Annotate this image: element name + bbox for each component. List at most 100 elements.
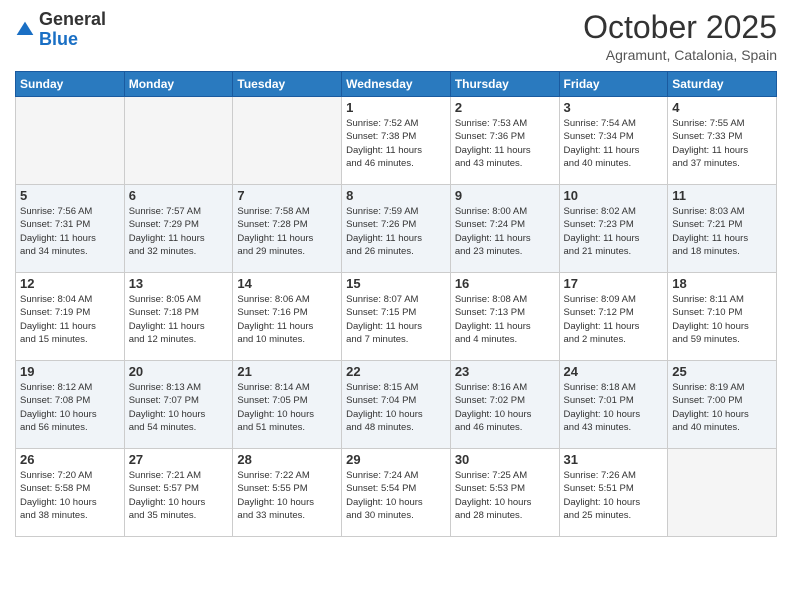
day-info: Sunrise: 8:15 AMSunset: 7:04 PMDaylight:…: [346, 381, 446, 434]
day-number: 2: [455, 100, 555, 115]
table-cell: 29 Sunrise: 7:24 AMSunset: 5:54 PMDayligh…: [342, 449, 451, 537]
calendar-header: Sunday Monday Tuesday Wednesday Thursday…: [16, 72, 777, 97]
day-number: 31: [564, 452, 664, 467]
day-number: 22: [346, 364, 446, 379]
table-cell: [16, 97, 125, 185]
table-cell: 24 Sunrise: 8:18 AMSunset: 7:01 PMDayligh…: [559, 361, 668, 449]
day-info: Sunrise: 8:02 AMSunset: 7:23 PMDaylight:…: [564, 205, 664, 258]
day-info: Sunrise: 7:58 AMSunset: 7:28 PMDaylight:…: [237, 205, 337, 258]
page: General Blue October 2025 Agramunt, Cata…: [0, 0, 792, 612]
day-number: 15: [346, 276, 446, 291]
day-info: Sunrise: 8:11 AMSunset: 7:10 PMDaylight:…: [672, 293, 772, 346]
day-info: Sunrise: 7:53 AMSunset: 7:36 PMDaylight:…: [455, 117, 555, 170]
day-info: Sunrise: 7:55 AMSunset: 7:33 PMDaylight:…: [672, 117, 772, 170]
day-info: Sunrise: 8:06 AMSunset: 7:16 PMDaylight:…: [237, 293, 337, 346]
day-number: 28: [237, 452, 337, 467]
table-cell: 19 Sunrise: 8:12 AMSunset: 7:08 PMDayligh…: [16, 361, 125, 449]
day-info: Sunrise: 7:20 AMSunset: 5:58 PMDaylight:…: [20, 469, 120, 522]
table-cell: [124, 97, 233, 185]
table-cell: 13 Sunrise: 8:05 AMSunset: 7:18 PMDayligh…: [124, 273, 233, 361]
table-cell: 21 Sunrise: 8:14 AMSunset: 7:05 PMDayligh…: [233, 361, 342, 449]
day-number: 10: [564, 188, 664, 203]
day-info: Sunrise: 8:13 AMSunset: 7:07 PMDaylight:…: [129, 381, 229, 434]
calendar-row: 19 Sunrise: 8:12 AMSunset: 7:08 PMDayligh…: [16, 361, 777, 449]
logo-text: General Blue: [39, 10, 106, 50]
day-number: 12: [20, 276, 120, 291]
day-number: 21: [237, 364, 337, 379]
day-number: 19: [20, 364, 120, 379]
table-cell: 1 Sunrise: 7:52 AMSunset: 7:38 PMDaylight…: [342, 97, 451, 185]
day-info: Sunrise: 8:05 AMSunset: 7:18 PMDaylight:…: [129, 293, 229, 346]
day-info: Sunrise: 7:26 AMSunset: 5:51 PMDaylight:…: [564, 469, 664, 522]
day-number: 4: [672, 100, 772, 115]
day-info: Sunrise: 7:59 AMSunset: 7:26 PMDaylight:…: [346, 205, 446, 258]
calendar: Sunday Monday Tuesday Wednesday Thursday…: [15, 71, 777, 537]
header: General Blue October 2025 Agramunt, Cata…: [15, 10, 777, 63]
day-number: 6: [129, 188, 229, 203]
day-info: Sunrise: 8:12 AMSunset: 7:08 PMDaylight:…: [20, 381, 120, 434]
day-number: 16: [455, 276, 555, 291]
calendar-row: 1 Sunrise: 7:52 AMSunset: 7:38 PMDaylight…: [16, 97, 777, 185]
calendar-row: 5 Sunrise: 7:56 AMSunset: 7:31 PMDaylight…: [16, 185, 777, 273]
table-cell: 3 Sunrise: 7:54 AMSunset: 7:34 PMDaylight…: [559, 97, 668, 185]
day-info: Sunrise: 7:57 AMSunset: 7:29 PMDaylight:…: [129, 205, 229, 258]
table-cell: 8Sunrise: 7:59 AMSunset: 7:26 PMDaylight…: [342, 185, 451, 273]
day-number: 9: [455, 188, 555, 203]
day-number: 25: [672, 364, 772, 379]
table-cell: 20 Sunrise: 8:13 AMSunset: 7:07 PMDayligh…: [124, 361, 233, 449]
table-cell: 31 Sunrise: 7:26 AMSunset: 5:51 PMDayligh…: [559, 449, 668, 537]
day-number: 27: [129, 452, 229, 467]
table-cell: 5 Sunrise: 7:56 AMSunset: 7:31 PMDaylight…: [16, 185, 125, 273]
day-info: Sunrise: 8:14 AMSunset: 7:05 PMDaylight:…: [237, 381, 337, 434]
col-saturday: Saturday: [668, 72, 777, 97]
table-cell: 27Sunrise: 7:21 AMSunset: 5:57 PMDayligh…: [124, 449, 233, 537]
table-cell: 23Sunrise: 8:16 AMSunset: 7:02 PMDayligh…: [450, 361, 559, 449]
day-info: Sunrise: 8:00 AMSunset: 7:24 PMDaylight:…: [455, 205, 555, 258]
table-cell: 12 Sunrise: 8:04 AMSunset: 7:19 PMDayligh…: [16, 273, 125, 361]
calendar-body: 1 Sunrise: 7:52 AMSunset: 7:38 PMDaylight…: [16, 97, 777, 537]
logo-general: General: [39, 9, 106, 29]
day-info: Sunrise: 8:18 AMSunset: 7:01 PMDaylight:…: [564, 381, 664, 434]
day-info: Sunrise: 8:07 AMSunset: 7:15 PMDaylight:…: [346, 293, 446, 346]
logo-blue: Blue: [39, 29, 78, 49]
header-row: Sunday Monday Tuesday Wednesday Thursday…: [16, 72, 777, 97]
table-cell: 16Sunrise: 8:08 AMSunset: 7:13 PMDayligh…: [450, 273, 559, 361]
table-cell: 28Sunrise: 7:22 AMSunset: 5:55 PMDayligh…: [233, 449, 342, 537]
day-info: Sunrise: 7:56 AMSunset: 7:31 PMDaylight:…: [20, 205, 120, 258]
table-cell: [233, 97, 342, 185]
table-cell: 4 Sunrise: 7:55 AMSunset: 7:33 PMDaylight…: [668, 97, 777, 185]
day-number: 23: [455, 364, 555, 379]
table-cell: 18Sunrise: 8:11 AMSunset: 7:10 PMDayligh…: [668, 273, 777, 361]
day-number: 7: [237, 188, 337, 203]
day-number: 24: [564, 364, 664, 379]
day-number: 3: [564, 100, 664, 115]
day-info: Sunrise: 8:04 AMSunset: 7:19 PMDaylight:…: [20, 293, 120, 346]
col-sunday: Sunday: [16, 72, 125, 97]
col-friday: Friday: [559, 72, 668, 97]
day-number: 11: [672, 188, 772, 203]
logo: General Blue: [15, 10, 106, 50]
table-cell: 17Sunrise: 8:09 AMSunset: 7:12 PMDayligh…: [559, 273, 668, 361]
table-cell: 15 Sunrise: 8:07 AMSunset: 7:15 PMDayligh…: [342, 273, 451, 361]
day-number: 20: [129, 364, 229, 379]
day-number: 30: [455, 452, 555, 467]
day-info: Sunrise: 7:24 AMSunset: 5:54 PMDaylight:…: [346, 469, 446, 522]
table-cell: 11 Sunrise: 8:03 AMSunset: 7:21 PMDayligh…: [668, 185, 777, 273]
table-cell: 7 Sunrise: 7:58 AMSunset: 7:28 PMDaylight…: [233, 185, 342, 273]
day-info: Sunrise: 7:52 AMSunset: 7:38 PMDaylight:…: [346, 117, 446, 170]
day-info: Sunrise: 7:54 AMSunset: 7:34 PMDaylight:…: [564, 117, 664, 170]
table-cell: 6 Sunrise: 7:57 AMSunset: 7:29 PMDaylight…: [124, 185, 233, 273]
col-monday: Monday: [124, 72, 233, 97]
table-cell: 25 Sunrise: 8:19 AMSunset: 7:00 PMDayligh…: [668, 361, 777, 449]
day-number: 26: [20, 452, 120, 467]
day-number: 29: [346, 452, 446, 467]
month-title: October 2025: [583, 10, 777, 45]
day-number: 1: [346, 100, 446, 115]
day-number: 17: [564, 276, 664, 291]
day-number: 13: [129, 276, 229, 291]
calendar-row: 12 Sunrise: 8:04 AMSunset: 7:19 PMDayligh…: [16, 273, 777, 361]
day-info: Sunrise: 8:03 AMSunset: 7:21 PMDaylight:…: [672, 205, 772, 258]
day-number: 5: [20, 188, 120, 203]
day-info: Sunrise: 8:19 AMSunset: 7:00 PMDaylight:…: [672, 381, 772, 434]
table-cell: 9 Sunrise: 8:00 AMSunset: 7:24 PMDaylight…: [450, 185, 559, 273]
